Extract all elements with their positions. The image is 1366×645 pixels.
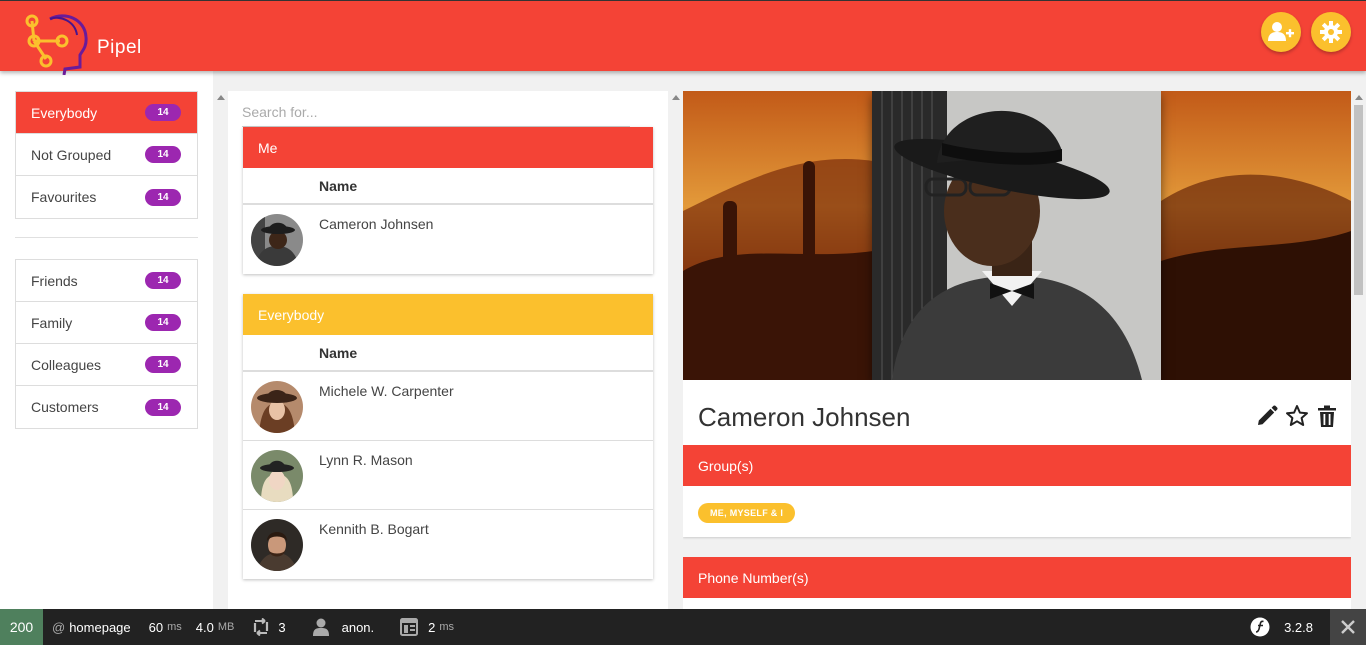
pipel-logo[interactable] <box>20 11 90 75</box>
group-label: Customers <box>31 399 99 415</box>
group-label: Not Grouped <box>31 146 112 163</box>
groups-section-title: Group(s) <box>683 445 1351 486</box>
symfony-version-number: 3.2.8 <box>1284 619 1313 635</box>
scrollbar-thumb[interactable] <box>1354 105 1363 295</box>
avatar <box>251 450 303 502</box>
memory-usage: 4.0 <box>195 619 214 635</box>
scroll-up-arrow-icon[interactable] <box>672 95 680 100</box>
group-sidebar: Everybody 14 Not Grouped 14 Favourites 1… <box>0 71 213 609</box>
twig-time: 2 <box>428 619 436 635</box>
delete-trash-icon[interactable] <box>1315 404 1339 428</box>
add-contact-button[interactable] <box>1261 12 1301 52</box>
requests-info[interactable]: 3 <box>243 609 294 645</box>
contact-full-name: Cameron Johnsen <box>698 402 911 432</box>
route-name: homepage <box>69 619 131 635</box>
contact-actions <box>1255 404 1339 428</box>
group-count-badge: 14 <box>145 146 181 163</box>
column-header-name[interactable]: Name <box>243 335 653 372</box>
group-count-badge: 14 <box>145 398 181 416</box>
list-scrollbar[interactable] <box>213 91 228 609</box>
close-toolbar-button[interactable] <box>1330 609 1366 645</box>
group-count-badge: 14 <box>145 356 181 373</box>
detail-left-gutter[interactable] <box>668 91 683 609</box>
contact-name: Lynn R. Mason <box>319 452 413 468</box>
group-label: Family <box>31 314 73 331</box>
twig-info[interactable]: 2 ms <box>391 609 463 645</box>
group-label: Colleagues <box>31 356 102 373</box>
default-groups-list: Everybody 14 Not Grouped 14 Favourites 1… <box>15 91 198 219</box>
section-title: Everybody <box>243 294 653 335</box>
template-icon <box>400 618 419 636</box>
group-label: Favourites <box>31 189 97 205</box>
brand-name: Pipel <box>97 37 142 58</box>
group-item-everybody[interactable]: Everybody 14 <box>16 92 197 134</box>
contact-photo <box>872 91 1161 380</box>
contact-name: Cameron Johnsen <box>319 216 434 232</box>
group-label: Everybody <box>31 104 98 121</box>
route-info[interactable]: @ homepage <box>43 609 140 645</box>
toolbar-right: 3.2.8 <box>1241 609 1366 645</box>
contact-name: Michele W. Carpenter <box>319 383 454 399</box>
close-icon <box>1341 620 1355 634</box>
avatar <box>251 381 303 433</box>
add-user-icon <box>1268 22 1294 41</box>
contact-row[interactable]: Michele W. Carpenter <box>243 372 653 441</box>
requests-count: 3 <box>278 619 286 635</box>
timing-info[interactable]: 60 ms 4.0 MB <box>140 609 244 645</box>
scroll-up-arrow-icon[interactable] <box>217 95 225 100</box>
contact-detail-panel: Cameron Johnsen Group(s) ME, MYSELF & I … <box>683 91 1351 609</box>
groups-section-body: ME, MYSELF & I <box>683 486 1351 537</box>
group-item-friends[interactable]: Friends 14 <box>16 260 197 302</box>
memory-unit: MB <box>217 621 235 633</box>
custom-groups-list: Friends 14 Family 14 Colleagues 14 Custo… <box>15 259 198 429</box>
contact-section-me: Me Name Cameron Johnsen <box>243 127 653 274</box>
contact-row[interactable]: Lynn R. Mason <box>243 441 653 510</box>
group-count-badge: 14 <box>145 314 181 331</box>
edit-pencil-icon[interactable] <box>1255 404 1279 428</box>
user-icon <box>312 618 329 636</box>
group-item-favourites[interactable]: Favourites 14 <box>16 176 197 218</box>
group-chip[interactable]: ME, MYSELF & I <box>698 503 796 523</box>
debug-toolbar: 200 @ homepage 60 ms 4.0 MB 3 anon. 2 ms… <box>0 609 1366 645</box>
gear-icon <box>1320 21 1342 43</box>
user-name: anon. <box>341 619 375 635</box>
route-prefix: @ <box>52 619 66 635</box>
scroll-up-arrow-icon[interactable] <box>1355 95 1363 100</box>
contact-section-everybody: Everybody Name Michele W. Carpenter Lynn… <box>243 294 653 579</box>
app-header: Pipel <box>0 0 1366 75</box>
group-count-badge: 14 <box>145 188 181 206</box>
twig-time-unit: ms <box>439 621 455 633</box>
section-title: Me <box>243 127 653 168</box>
avatar <box>251 519 303 571</box>
contact-row[interactable]: Kennith B. Bogart <box>243 510 653 579</box>
group-label: Friends <box>31 272 78 289</box>
page-scrollbar[interactable] <box>1351 91 1366 609</box>
phones-section-body <box>683 598 1351 609</box>
status-code[interactable]: 200 <box>0 609 43 645</box>
symfony-version[interactable]: 3.2.8 <box>1241 609 1330 645</box>
search-input[interactable] <box>242 97 630 127</box>
request-time-unit: ms <box>167 621 182 633</box>
settings-button[interactable] <box>1311 12 1351 52</box>
requests-icon <box>254 618 269 636</box>
contact-list-panel: Me Name Cameron Johnsen Everybody Name <box>228 91 668 609</box>
favourite-star-icon[interactable] <box>1285 404 1309 428</box>
cover-image <box>683 91 1351 380</box>
sidebar-divider <box>15 237 198 238</box>
user-info[interactable]: anon. <box>303 609 384 645</box>
contact-name: Kennith B. Bogart <box>319 521 429 537</box>
request-time: 60 <box>148 619 164 635</box>
symfony-logo-icon <box>1250 617 1270 637</box>
phones-section-title: Phone Number(s) <box>683 557 1351 598</box>
group-item-colleagues[interactable]: Colleagues 14 <box>16 344 197 386</box>
group-count-badge: 14 <box>145 104 181 121</box>
contact-name-bar: Cameron Johnsen <box>683 380 1351 445</box>
contact-row[interactable]: Cameron Johnsen <box>243 205 653 274</box>
column-header-name[interactable]: Name <box>243 168 653 205</box>
group-count-badge: 14 <box>145 272 181 289</box>
avatar <box>251 214 303 266</box>
group-item-not-grouped[interactable]: Not Grouped 14 <box>16 134 197 176</box>
group-item-family[interactable]: Family 14 <box>16 302 197 344</box>
group-item-customers[interactable]: Customers 14 <box>16 386 197 428</box>
